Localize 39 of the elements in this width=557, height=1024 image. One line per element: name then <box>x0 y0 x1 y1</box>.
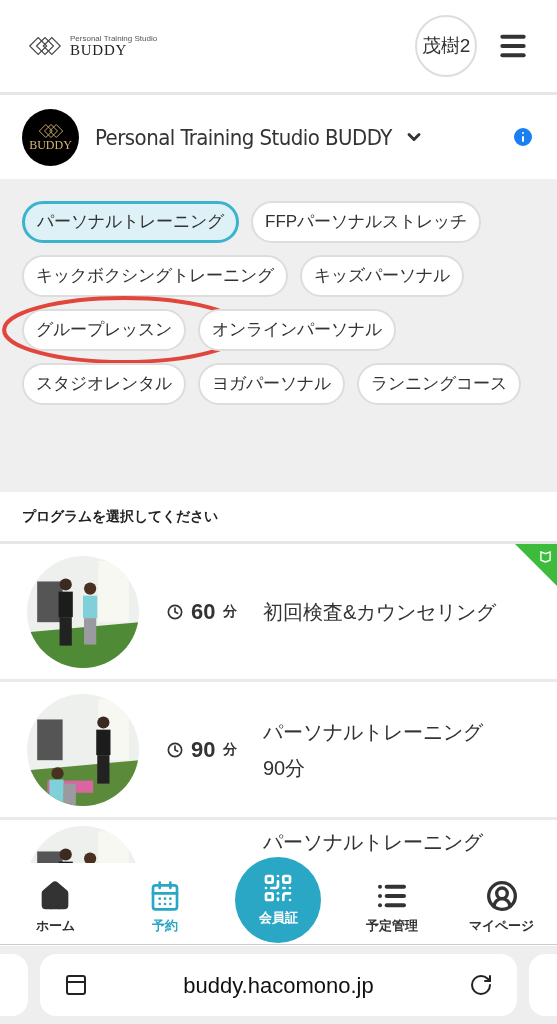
avatar-wordmark: BUDDY <box>29 139 72 151</box>
duration-unit: 分 <box>223 602 238 621</box>
clock-icon <box>167 741 183 758</box>
studio-logo[interactable]: Personal Training Studio BUDDY <box>28 34 158 58</box>
section-title: プログラムを選択してください <box>22 507 218 526</box>
program-row[interactable]: 90 分 パーソナルトレーニング 90分 <box>0 682 557 820</box>
category-chip[interactable]: スタジオレンタル <box>22 363 186 405</box>
user-icon <box>485 880 518 913</box>
category-chip[interactable]: キックボクシングトレーニング <box>22 255 288 297</box>
category-chip[interactable]: キッズパーソナル <box>300 255 464 297</box>
duration-unit: 分 <box>223 740 238 759</box>
category-chip[interactable]: パーソナルトレーニング <box>22 201 239 243</box>
category-chip[interactable]: ランニングコース <box>357 363 521 405</box>
program-row[interactable]: 60 分 初回検査&カウンセリング <box>0 544 557 682</box>
logo-tagline: Personal Training Studio <box>70 34 158 43</box>
duration-value: 90 <box>191 736 216 764</box>
reload-icon[interactable] <box>469 973 493 997</box>
diamond-logo-icon <box>37 123 64 139</box>
user-badge[interactable]: 茂樹2 <box>415 15 477 77</box>
program-title: 初回検査&カウンセリング <box>263 599 497 625</box>
logo-wordmark: BUDDY <box>70 42 128 58</box>
category-chip[interactable]: グループレッスン <box>22 309 186 351</box>
duration-value: 60 <box>191 598 216 626</box>
info-icon[interactable] <box>511 125 535 149</box>
program-title: パーソナルトレーニング <box>263 830 483 855</box>
category-chip[interactable]: FFPパーソナルストレッチ <box>251 201 482 243</box>
diamond-logo-icon <box>28 35 62 57</box>
studio-selector[interactable]: Personal Training Studio BUDDY <box>95 120 424 154</box>
nav-tab[interactable]: 予定管理 <box>351 880 432 936</box>
clock-icon <box>167 603 183 620</box>
category-chip[interactable]: オンラインパーソナル <box>198 309 396 351</box>
page-menu-icon[interactable] <box>64 973 88 997</box>
address-bar[interactable]: buddy.hacomono.jp <box>40 954 517 1016</box>
program-title: パーソナルトレーニング 90分 <box>263 719 483 781</box>
category-chip[interactable]: ヨガパーソナル <box>198 363 345 405</box>
leaf-icon <box>540 550 551 563</box>
nav-tab[interactable]: マイページ <box>461 880 542 936</box>
url-text: buddy.hacomono.jp <box>182 971 375 1000</box>
nav-tab[interactable]: ホーム <box>15 880 96 936</box>
